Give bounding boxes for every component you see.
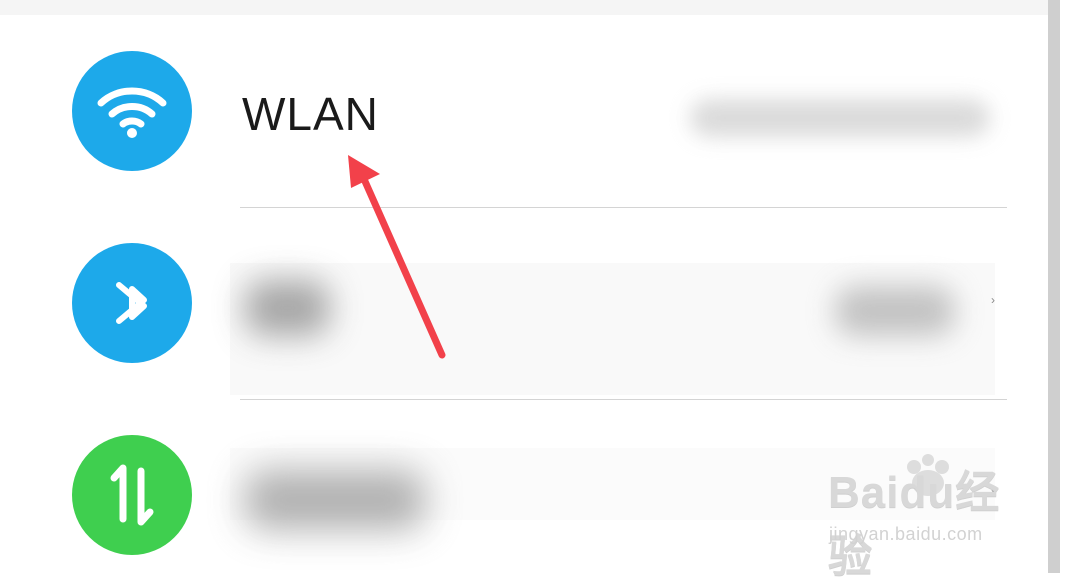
bluetooth-icon: [72, 243, 192, 363]
watermark-brand: Baidu经验: [828, 468, 1001, 581]
chevron-right-icon: ›: [991, 293, 995, 307]
baidu-jingyan-watermark: Baidu经验 jingyan.baidu.com: [828, 454, 1028, 581]
settings-row-wlan[interactable]: WLAN: [0, 15, 1040, 208]
wifi-icon: [72, 51, 192, 171]
mobile-data-label-blurred: [245, 470, 425, 530]
watermark-url: jingyan.baidu.com: [829, 524, 983, 544]
wlan-label: WLAN: [242, 88, 379, 140]
right-edge: [1060, 0, 1080, 573]
bluetooth-status-blurred: [835, 286, 955, 336]
bluetooth-label-blurred: [245, 280, 330, 336]
top-strip: [0, 0, 1048, 15]
bluetooth-icon-svg: [116, 282, 147, 324]
right-scroll-bar: [1048, 0, 1060, 573]
mobile-data-icon-svg: [110, 464, 154, 526]
mobile-data-icon: [72, 435, 192, 555]
wlan-network-value-blurred: [690, 99, 990, 137]
settings-row-bluetooth[interactable]: ›: [0, 208, 1040, 400]
wifi-icon-svg: [97, 87, 167, 138]
